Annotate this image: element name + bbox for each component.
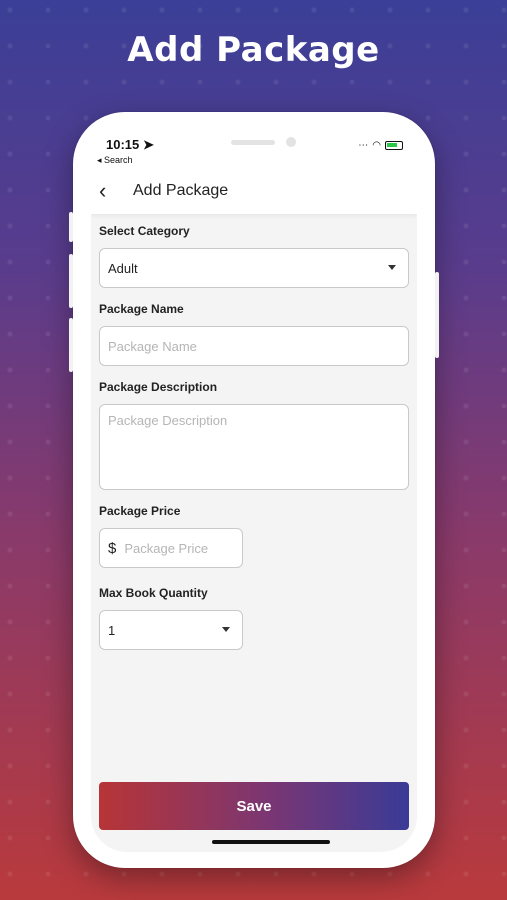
volume-down-button: [69, 318, 73, 372]
package-name-field[interactable]: [99, 326, 409, 366]
package-name-input[interactable]: [108, 338, 400, 354]
phone-frame: 10:15 ➤ ◂ Search ⋯ ◠ ‹ Add Package Selec…: [69, 112, 439, 868]
package-description-label: Package Description: [99, 380, 218, 394]
currency-symbol: $: [108, 539, 117, 557]
home-indicator: [212, 840, 330, 844]
signal-icon: ⋯: [358, 140, 369, 151]
package-description-field[interactable]: [99, 404, 409, 490]
package-price-field[interactable]: $: [99, 528, 243, 568]
category-value: Adult: [108, 260, 138, 276]
package-description-input[interactable]: [108, 413, 400, 483]
status-time: 10:15: [106, 137, 140, 152]
nav-bar: ‹ Add Package: [91, 170, 417, 214]
dropdown-arrow-icon: [388, 265, 396, 270]
max-book-quantity-label: Max Book Quantity: [99, 586, 208, 600]
nav-title: Add Package: [133, 182, 229, 199]
status-icons: ⋯ ◠: [358, 140, 403, 151]
package-name-label: Package Name: [99, 302, 184, 316]
package-price-input[interactable]: [124, 540, 234, 556]
save-button[interactable]: Save: [99, 782, 409, 830]
power-button: [435, 272, 439, 358]
app-screen: 10:15 ➤ ◂ Search ⋯ ◠ ‹ Add Package Selec…: [91, 128, 417, 852]
location-arrow-icon: ➤: [143, 137, 154, 152]
package-price-label: Package Price: [99, 504, 181, 518]
wifi-icon: ◠: [372, 140, 381, 151]
camera: [286, 137, 296, 147]
category-label: Select Category: [99, 224, 190, 238]
back-chevron-icon[interactable]: ‹: [99, 178, 106, 204]
dropdown-arrow-icon: [222, 627, 230, 632]
back-to-search-link[interactable]: ◂ Search: [97, 155, 133, 166]
category-select[interactable]: Adult: [99, 248, 409, 288]
max-book-quantity-select[interactable]: 1: [99, 610, 243, 650]
volume-up-button: [69, 254, 73, 308]
status-bar: 10:15 ➤ ◂ Search ⋯ ◠: [91, 128, 417, 170]
speaker: [231, 140, 275, 145]
page-headline: Add Package: [127, 30, 380, 70]
max-book-quantity-value: 1: [108, 622, 116, 638]
add-package-form: Select Category Adult Package Name Packa…: [91, 214, 417, 650]
battery-icon: [385, 141, 403, 150]
mute-switch: [69, 212, 73, 242]
